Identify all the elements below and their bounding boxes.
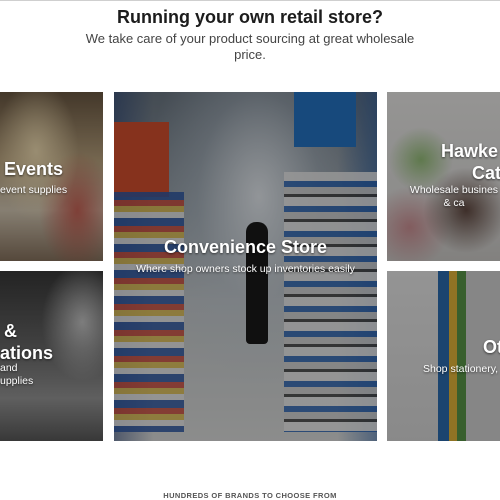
tile-title-line: Hawke — [441, 141, 499, 161]
hero-subtitle: We take care of your product sourcing at… — [85, 31, 415, 62]
tile-title-line: Cat — [472, 163, 500, 183]
tile-description: Where shop owners stock up inventories e… — [136, 263, 355, 275]
category-tile-convenience-store[interactable]: Convenience Store Where shop owners stoc… — [114, 92, 377, 441]
category-tile-conferences[interactable]: & ations and upplies — [0, 271, 103, 441]
tile-description-line: & ca — [443, 197, 465, 209]
hero-title: Running your own retail store? — [116, 7, 383, 27]
tile-title: Events — [4, 159, 64, 179]
category-tile-events[interactable]: Events event supplies — [0, 92, 103, 261]
category-tile-hawker[interactable]: Hawke Cat Wholesale busines & ca — [387, 92, 500, 261]
category-tile-office[interactable]: Ot Shop stationery, — [387, 271, 500, 441]
tile-description: and upplies — [0, 362, 33, 388]
tile-description-line: upplies — [0, 375, 34, 387]
tile-description: event supplies — [0, 184, 68, 196]
tile-description: Wholesale busines & ca — [408, 184, 500, 210]
tile-description-line: and — [0, 362, 18, 374]
tile-title-line: ations — [0, 343, 54, 363]
tile-title-line: & — [4, 321, 17, 341]
tile-title: Hawke Cat — [441, 140, 500, 184]
tile-description-line: Wholesale busines — [409, 184, 499, 196]
brands-heading: HUNDREDS OF BRANDS TO CHOOSE FROM — [163, 491, 337, 500]
tile-title: Convenience Store — [163, 237, 328, 257]
tile-description: Shop stationery, — [423, 363, 499, 375]
top-divider — [0, 0, 500, 1]
tile-title: Ot — [483, 337, 500, 357]
tile-title: & ations — [0, 320, 53, 364]
